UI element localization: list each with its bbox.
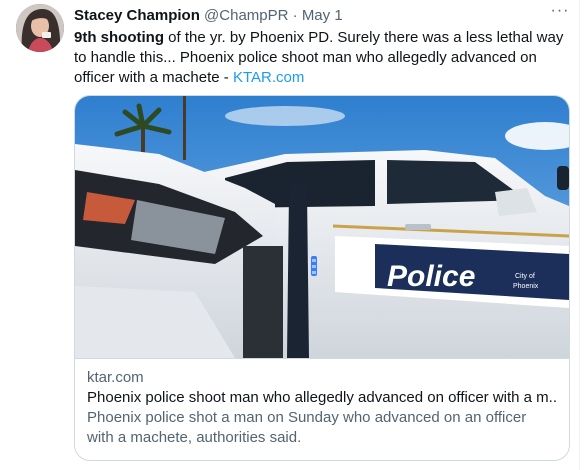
- card-title[interactable]: Phoenix police shoot man who allegedly a…: [87, 388, 557, 408]
- car-seal-line2: Phoenix: [513, 283, 539, 290]
- author-name[interactable]: Stacey Champion: [74, 7, 200, 24]
- header-separator: ·: [292, 7, 298, 24]
- tweet-text-bold: 9th shooting: [74, 29, 164, 46]
- avatar-photo: [16, 4, 64, 52]
- card-image[interactable]: Police City of Phoenix: [75, 96, 569, 358]
- tweet-date[interactable]: May 1: [302, 7, 343, 24]
- car-door-text: Police: [387, 260, 475, 293]
- link-card[interactable]: Police City of Phoenix ktar.com Phoenix …: [74, 95, 570, 461]
- avatar[interactable]: [16, 4, 64, 52]
- author-handle[interactable]: @ChampPR: [204, 7, 288, 24]
- tweet-link[interactable]: KTAR.com: [233, 69, 304, 86]
- card-domain: ktar.com: [87, 369, 144, 386]
- card-divider: [75, 358, 569, 359]
- more-options-icon[interactable]: ···: [546, 2, 574, 24]
- car-seal-line1: City of: [515, 273, 535, 280]
- tweet-text: 9th shooting of the yr. by Phoenix PD. S…: [74, 28, 570, 88]
- timeline-border: [579, 0, 580, 470]
- tweet-header: Stacey Champion @ChampPR · May 1: [74, 6, 554, 26]
- card-meta: ktar.com Phoenix police shoot man who al…: [87, 368, 557, 448]
- card-description: Phoenix police shot a man on Sunday who …: [87, 409, 527, 446]
